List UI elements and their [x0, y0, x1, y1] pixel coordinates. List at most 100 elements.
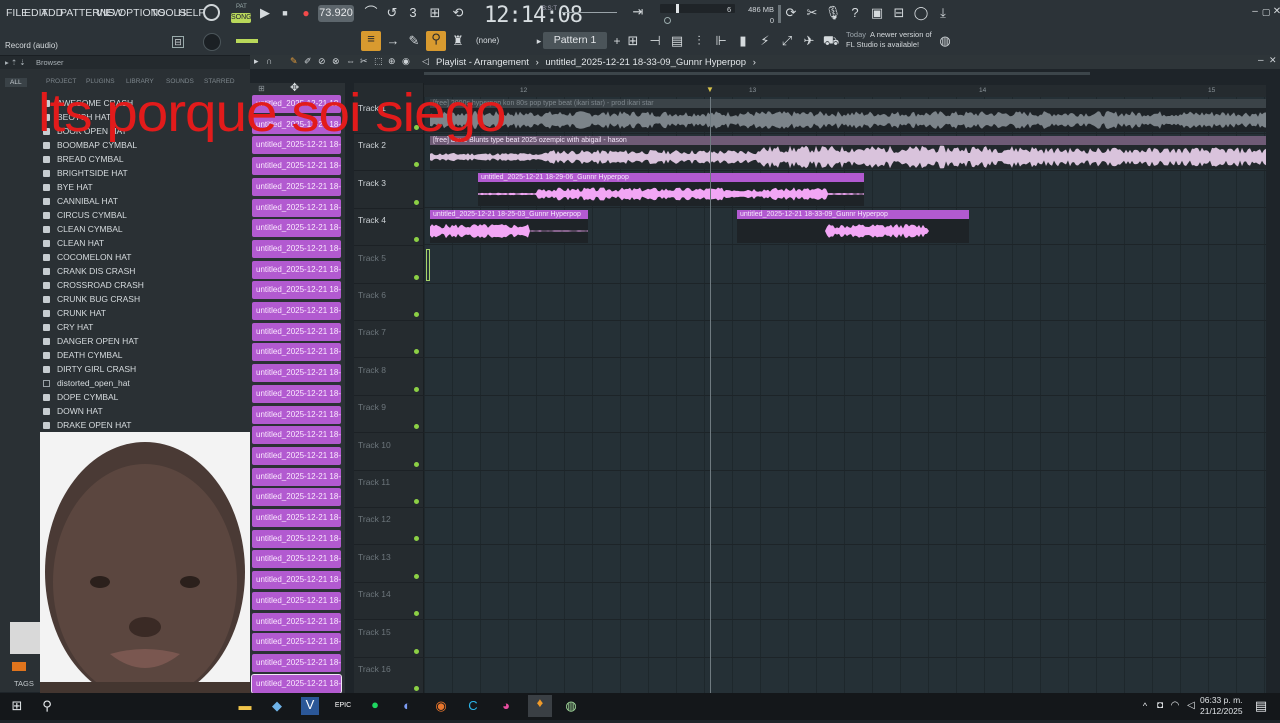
empty-lane[interactable]: [424, 658, 1266, 695]
plugin-icon[interactable]: ⚡: [756, 33, 774, 51]
picker-clip[interactable]: untitled_2025-12-21 18-: [252, 239, 341, 258]
browser-item[interactable]: DANGER OPEN HAT: [40, 334, 144, 348]
save-icon[interactable]: ▣: [868, 5, 886, 23]
tempo-tap-icon[interactable]: ⤢: [778, 33, 796, 51]
file-explorer-icon[interactable]: ▬: [236, 698, 254, 716]
pattern-selector[interactable]: Pattern 1: [543, 32, 607, 49]
browser-item[interactable]: DOPE CYMBAL: [40, 390, 144, 404]
magnet-icon[interactable]: ∩: [266, 56, 272, 66]
sliders-icon[interactable]: ⫶: [690, 33, 708, 51]
picker-clip[interactable]: untitled_2025-12-21 18-: [252, 426, 341, 445]
app-icon[interactable]: ◐: [398, 698, 416, 716]
track-active-led[interactable]: [414, 461, 419, 467]
clip-header-t3[interactable]: untitled_2025-12-21 18-29-06_Gunnr Hyper…: [478, 173, 864, 182]
picker-clip[interactable]: untitled_2025-12-21 18-: [252, 405, 341, 424]
track-active-led[interactable]: [414, 386, 419, 392]
track-header[interactable]: Track 11: [354, 471, 424, 508]
track-active-led[interactable]: [414, 312, 419, 317]
playlist-options-icon[interactable]: ▸: [254, 56, 259, 67]
pattern-block-icon[interactable]: ⇥: [629, 4, 647, 22]
track-active-led[interactable]: [414, 573, 419, 579]
close-icon[interactable]: ✕: [1268, 4, 1280, 22]
tempo-display[interactable]: 73.920: [318, 5, 354, 22]
empty-lane[interactable]: [424, 508, 1266, 546]
vs-code-icon[interactable]: V: [301, 697, 319, 715]
picker-clip[interactable]: untitled_2025-12-21 18-: [252, 591, 341, 610]
browser-item[interactable]: BRIGHTSIDE HAT: [40, 166, 144, 180]
master-volume-slider[interactable]: [660, 4, 735, 13]
none-selector[interactable]: (none): [476, 36, 499, 45]
browser-menu-icon[interactable]: ▸ ⇡ ⇣: [5, 58, 26, 67]
picker-clip[interactable]: untitled_2025-12-21 18-: [252, 467, 341, 486]
browser-item[interactable]: DOWN HAT: [40, 404, 144, 418]
browser-item[interactable]: distorted_open_hat: [40, 376, 144, 390]
picker-clip[interactable]: untitled_2025-12-21 18-: [252, 529, 341, 548]
steam-icon[interactable]: ◆: [268, 698, 286, 716]
picker-clip[interactable]: untitled_2025-12-21 18-: [252, 446, 341, 465]
track-header[interactable]: Track 12: [354, 508, 424, 546]
playlist-scrollbar[interactable]: [424, 72, 1090, 75]
record-icon[interactable]: ●: [297, 5, 315, 23]
download-icon[interactable]: ⤓: [934, 5, 952, 23]
track-active-led[interactable]: [414, 499, 419, 504]
playhead-marker[interactable]: ▼: [706, 85, 714, 94]
track-header[interactable]: Track 15: [354, 621, 424, 658]
picker-clip[interactable]: untitled_2025-12-21 18-: [252, 633, 341, 652]
draw-tool-icon[interactable]: ✎: [290, 56, 298, 67]
track-active-led[interactable]: [414, 162, 419, 168]
zoom-tool-icon[interactable]: ⊕: [388, 56, 396, 67]
browser-item[interactable]: CANNIBAL HAT: [40, 194, 144, 208]
capcut-icon[interactable]: C: [464, 698, 482, 716]
picker-clip[interactable]: untitled_2025-12-21 18-: [252, 322, 341, 341]
mixer-window-icon[interactable]: ▤: [668, 33, 686, 51]
empty-lane[interactable]: [424, 583, 1266, 621]
clip-body-t1[interactable]: [430, 108, 1266, 132]
mute-tool-icon[interactable]: ⊗: [332, 56, 340, 67]
track-active-led[interactable]: [414, 648, 419, 654]
track-header[interactable]: Track 10: [354, 434, 424, 471]
browser-item[interactable]: DEATH CYMBAL: [40, 348, 144, 362]
pitch-knob[interactable]: [664, 17, 671, 24]
timeline-ruler[interactable]: 12 13 14 15 ▼: [424, 85, 1266, 97]
browser-item[interactable]: DIRTY GIRL CRASH: [40, 362, 144, 376]
track-active-led[interactable]: [414, 274, 419, 280]
windows-start-icon[interactable]: ⊞: [8, 698, 26, 716]
playlist-minimize-icon[interactable]: –: [1258, 55, 1264, 66]
tray-clock[interactable]: 06:33 p. m. 21/12/2025: [1200, 695, 1243, 717]
picker-clip[interactable]: untitled_2025-12-21 18-: [252, 343, 341, 362]
picker-clip[interactable]: untitled_2025-12-21 18-: [252, 488, 341, 507]
picker-clip[interactable]: untitled_2025-12-21 18-: [252, 219, 341, 238]
browser-item[interactable]: CLEAN CYMBAL: [40, 222, 144, 236]
picker-clip[interactable]: untitled_2025-12-21 18-: [252, 281, 341, 300]
globe-icon[interactable]: ◍: [936, 33, 954, 51]
empty-lane[interactable]: [424, 396, 1266, 434]
stop-icon[interactable]: ■: [276, 5, 294, 23]
tab-all[interactable]: ALL: [5, 78, 27, 87]
picker-clip[interactable]: untitled_2025-12-21 18-: [252, 260, 341, 279]
pat-mode-label[interactable]: PAT: [236, 4, 247, 10]
track-header[interactable]: Track 13: [354, 546, 424, 583]
browser-item[interactable]: CRUNK BUG CRASH: [40, 292, 144, 306]
picker-clip[interactable]: untitled_2025-12-21 18-: [252, 612, 341, 631]
volume-icon[interactable]: ◁: [1182, 698, 1200, 716]
track-header[interactable]: Track 8: [354, 359, 424, 396]
picker-clip[interactable]: untitled_2025-12-21 18-: [252, 384, 341, 403]
playback-tool-icon[interactable]: ◉: [402, 56, 410, 67]
empty-lane[interactable]: [424, 471, 1266, 508]
channel-rack-icon[interactable]: ⊞: [624, 33, 642, 51]
epic-games-icon[interactable]: EPIC: [334, 698, 352, 716]
loop-record-icon[interactable]: ⟲: [449, 5, 467, 23]
picker-clip[interactable]: untitled_2025-12-21 18-: [252, 198, 341, 217]
play-icon[interactable]: ▶: [256, 5, 274, 23]
wait-input-icon[interactable]: ↺: [383, 5, 401, 23]
search-icon[interactable]: ⚲: [38, 698, 56, 716]
playlist-breadcrumb[interactable]: untitled_2025-12-21 18-33-09_Gunnr Hyper…: [545, 57, 746, 68]
track-active-led[interactable]: [414, 349, 419, 355]
app2-icon[interactable]: ◍: [562, 698, 580, 716]
preview-play-icon[interactable]: [12, 662, 26, 671]
browser-item[interactable]: CIRCUS CYMBAL: [40, 208, 144, 222]
delete-tool-icon[interactable]: ⊘: [318, 56, 326, 67]
picker-clip[interactable]: untitled_2025-12-21 18-: [252, 571, 341, 590]
track-active-led[interactable]: [414, 424, 419, 430]
browser-item[interactable]: DRAKE OPEN HAT: [40, 418, 144, 432]
